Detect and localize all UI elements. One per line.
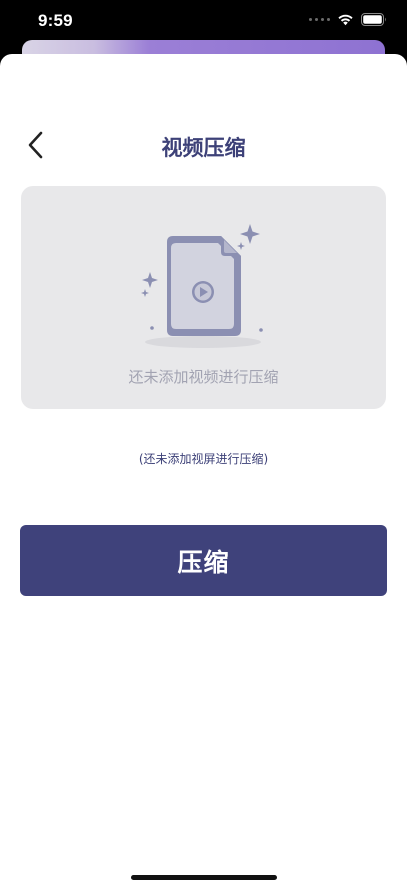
- status-bar: 9:59: [0, 0, 407, 44]
- page-title: 视频压缩: [161, 136, 246, 160]
- wifi-icon: [338, 14, 353, 26]
- add-video-area[interactable]: 还未添加视频进行压缩: [21, 186, 386, 409]
- status-icons: [309, 13, 387, 26]
- empty-state-label: 还未添加视频进行压缩: [128, 368, 279, 386]
- screen: 9:59 视频压缩 还未添加视频进行压缩 (还未添加视屏进行压缩) 压缩: [0, 0, 407, 889]
- compress-button[interactable]: 压缩: [20, 525, 387, 596]
- compress-button-label: 压缩: [177, 547, 230, 577]
- home-indicator: [131, 875, 277, 880]
- navigation-bar: 视频压缩: [0, 120, 407, 170]
- signal-dots-icon: [309, 18, 330, 21]
- video-file-icon: [141, 224, 263, 348]
- hint-text: (还未添加视屏进行压缩): [138, 452, 269, 466]
- status-time: 9:59: [38, 11, 73, 30]
- sheet: 视频压缩 还未添加视频进行压缩 (还未添加视屏进行压缩) 压缩: [0, 54, 407, 889]
- battery-icon: [361, 13, 386, 26]
